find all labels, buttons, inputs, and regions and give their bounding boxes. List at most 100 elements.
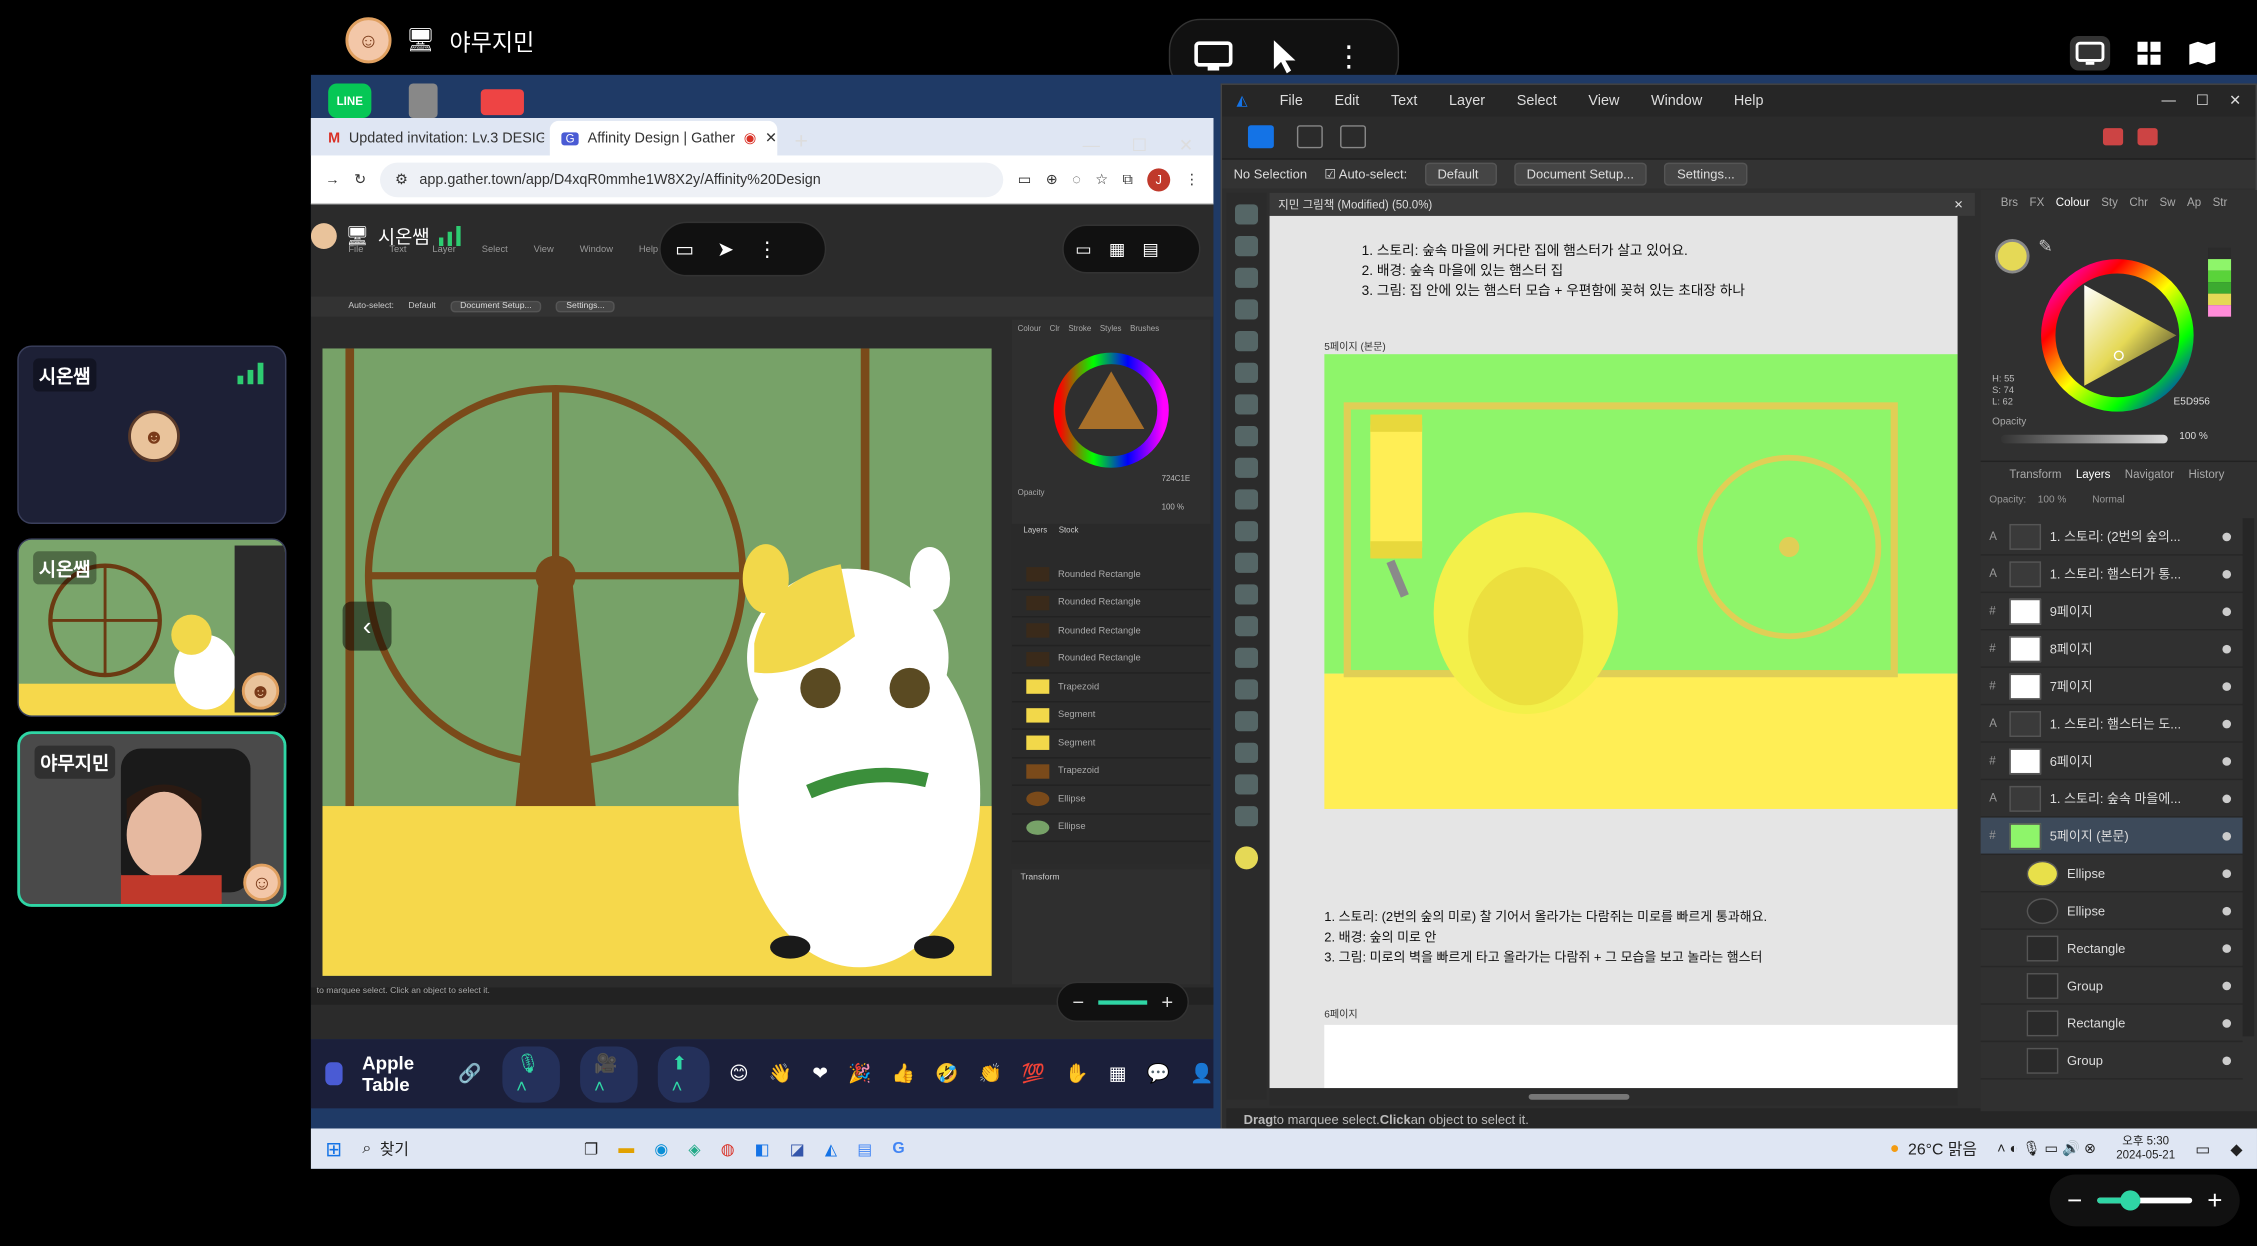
inner-settings-button[interactable]: Settings... xyxy=(556,300,615,313)
panel-tab[interactable]: Sty xyxy=(2101,196,2118,210)
inner-menu-item[interactable]: View xyxy=(534,245,554,255)
fill-tool-icon[interactable] xyxy=(1235,457,1259,478)
zoom-out-icon[interactable]: − xyxy=(2067,1185,2082,1215)
close-window-icon[interactable]: ✕ xyxy=(2229,93,2241,109)
opacity-value[interactable]: 100 % xyxy=(2179,432,2208,442)
scroll-thumb[interactable] xyxy=(1528,1093,1630,1100)
pixel-persona-icon[interactable] xyxy=(1296,125,1323,149)
minimize-icon[interactable]: — xyxy=(1083,135,1100,155)
transform-tab[interactable]: Transform xyxy=(2009,468,2061,481)
visibility-toggle[interactable] xyxy=(2222,1055,2232,1065)
inner-colour-wheel[interactable] xyxy=(1052,351,1170,469)
self-video-tile[interactable]: 야무지민 ☺ xyxy=(17,731,287,907)
eye-off-icon[interactable]: ◌ xyxy=(1072,172,1081,188)
place-image-icon[interactable] xyxy=(1235,521,1259,542)
forward-icon[interactable]: → xyxy=(325,172,339,188)
colour-picker-icon[interactable]: ✎ xyxy=(2038,236,2052,256)
layer-row[interactable]: A 1. 스토리: 햄스터는 도... xyxy=(1980,705,2243,743)
inner-screen-icon[interactable]: ▭ xyxy=(675,237,694,261)
layers-tab[interactable]: Layers xyxy=(2076,468,2111,481)
panel-tab[interactable]: Ap xyxy=(2187,196,2201,210)
panel-tab[interactable]: Brs xyxy=(2001,196,2018,210)
visibility-toggle[interactable] xyxy=(2222,644,2232,653)
chat-icon[interactable]: 💬 xyxy=(1147,1062,1170,1085)
visibility-toggle[interactable] xyxy=(2222,1018,2232,1028)
inner-menu-item[interactable]: Select xyxy=(482,245,508,255)
inner-zoom-slider[interactable] xyxy=(1098,999,1147,1004)
app-icon-2[interactable]: ◧ xyxy=(755,1139,770,1158)
edge-icon[interactable]: ◉ xyxy=(654,1139,668,1158)
inner-menu-item[interactable]: Window xyxy=(580,245,613,255)
layer-row[interactable]: A 1. 스토리: (2번의 숲의... xyxy=(1980,518,2243,556)
panel-tab[interactable]: Chr xyxy=(2129,196,2148,210)
inner-grid-view-icon[interactable]: ▦ xyxy=(1109,239,1125,259)
visibility-toggle[interactable] xyxy=(2222,569,2232,578)
inner-colour-tab[interactable]: Colour xyxy=(1018,325,1041,334)
inner-zoom-in-icon[interactable]: + xyxy=(1161,990,1173,1013)
inner-layers-tab[interactable]: Layers xyxy=(1023,527,1047,536)
snapping-options-icon[interactable] xyxy=(2137,128,2158,146)
visibility-toggle[interactable] xyxy=(2222,980,2232,990)
tab-gather[interactable]: G Affinity Design | Gather ◉ ✕ xyxy=(549,120,778,156)
inner-layer-row[interactable]: Rounded Rectangle xyxy=(1011,618,1211,646)
inner-layer-row[interactable]: Segment xyxy=(1011,730,1211,758)
visibility-toggle[interactable] xyxy=(2222,868,2232,878)
fill-colour-swatch[interactable] xyxy=(1995,238,2030,274)
panel-tab[interactable]: FX xyxy=(2030,196,2045,210)
back-arrow-icon[interactable]: ‹ xyxy=(342,601,392,651)
horizontal-scrollbar[interactable] xyxy=(1269,1088,1958,1106)
brush-tool-icon[interactable] xyxy=(1235,394,1259,415)
people-icon[interactable]: 👤 xyxy=(1190,1062,1213,1085)
navigator-tab[interactable]: Navigator xyxy=(2125,468,2174,481)
hand-raise-icon[interactable]: ✋ xyxy=(1065,1062,1088,1085)
emoji-picker-icon[interactable]: 😊 xyxy=(729,1062,749,1085)
inner-colour-tab[interactable]: Brushes xyxy=(1130,325,1159,334)
ellipse-tool-icon[interactable] xyxy=(1235,616,1259,637)
layer-row[interactable]: Group xyxy=(1980,967,2243,1005)
menu-window[interactable]: Window xyxy=(1651,93,1702,109)
screen-view-icon[interactable] xyxy=(2069,35,2111,71)
extensions-icon[interactable]: ⧉ xyxy=(1123,172,1133,188)
eyedropper-icon[interactable] xyxy=(1235,742,1259,763)
layer-row[interactable]: #5페이지 (본문) xyxy=(1980,817,2243,856)
party-emoji-icon[interactable]: 🎉 xyxy=(848,1062,871,1085)
system-tray-icons[interactable]: ˄ ◐ 🎙 ▭ 🔊 ⊗ xyxy=(1997,1141,2096,1157)
inner-default[interactable]: Default xyxy=(408,302,435,311)
text-tool-icon[interactable] xyxy=(1235,711,1259,732)
desktop-app-icon-2[interactable] xyxy=(480,89,524,116)
auto-select-checkbox[interactable]: ☑ Auto-select: xyxy=(1324,166,1407,182)
windows-start-icon[interactable]: ⊞ xyxy=(325,1136,342,1160)
layer-row[interactable]: Group xyxy=(1980,1042,2243,1080)
layer-row[interactable]: #7페이지 xyxy=(1980,668,2243,706)
panel-tab-colour[interactable]: Colour xyxy=(2056,196,2090,210)
measure-tool-icon[interactable] xyxy=(1235,774,1259,795)
tab-gmail[interactable]: M Updated invitation: Lv.3 DESIG ✕ xyxy=(317,121,544,156)
inner-zoom-out-icon[interactable]: − xyxy=(1072,990,1084,1013)
colour-wheel[interactable] xyxy=(2038,256,2196,414)
camera-icon[interactable]: ▭ xyxy=(1018,172,1032,188)
bookmark-star-icon[interactable]: ☆ xyxy=(1095,172,1108,188)
layer-scrollbar[interactable] xyxy=(2242,518,2255,1037)
snapping-icon[interactable] xyxy=(2102,128,2124,146)
menu-select[interactable]: Select xyxy=(1517,93,1557,109)
zoom-icon[interactable]: ⊕ xyxy=(1046,172,1058,188)
inner-colour-tab[interactable]: Styles xyxy=(1100,325,1122,334)
story-text-block-1[interactable]: 1. 스토리: 숲속 마을에 커다란 집에 햄스터가 살고 있어요. 2. 배경… xyxy=(1362,242,1745,302)
visibility-toggle[interactable] xyxy=(2222,756,2232,766)
mic-button[interactable]: 🎙 ˄ xyxy=(501,1045,560,1102)
zoom-slider[interactable] xyxy=(2096,1190,2193,1211)
layer-row[interactable]: Rectangle xyxy=(1980,930,2243,968)
menu-edit[interactable]: Edit xyxy=(1335,93,1360,109)
layer-row[interactable]: A 1. 스토리: 햄스터가 통... xyxy=(1980,556,2243,594)
heart-emoji-icon[interactable]: ❤ xyxy=(812,1062,828,1085)
layer-row[interactable]: Ellipse xyxy=(1980,855,2243,893)
layer-row[interactable]: Ellipse xyxy=(1980,892,2243,930)
visibility-toggle[interactable] xyxy=(2222,531,2232,541)
story-text-block-2[interactable]: 1. 스토리: (2번의 숲의 미로) 찰 기어서 올라가는 다람쥐는 미로를 … xyxy=(1324,907,1767,967)
inner-layer-row[interactable]: Ellipse xyxy=(1011,814,1211,843)
clap-emoji-icon[interactable]: 👏 xyxy=(978,1062,1001,1085)
close-window-icon[interactable]: ✕ xyxy=(1179,135,1193,155)
copilot-icon[interactable]: ◆ xyxy=(2230,1139,2242,1158)
zoom-tool-icon[interactable] xyxy=(1235,806,1259,827)
inner-pointer-icon[interactable]: ➤ xyxy=(717,237,734,261)
